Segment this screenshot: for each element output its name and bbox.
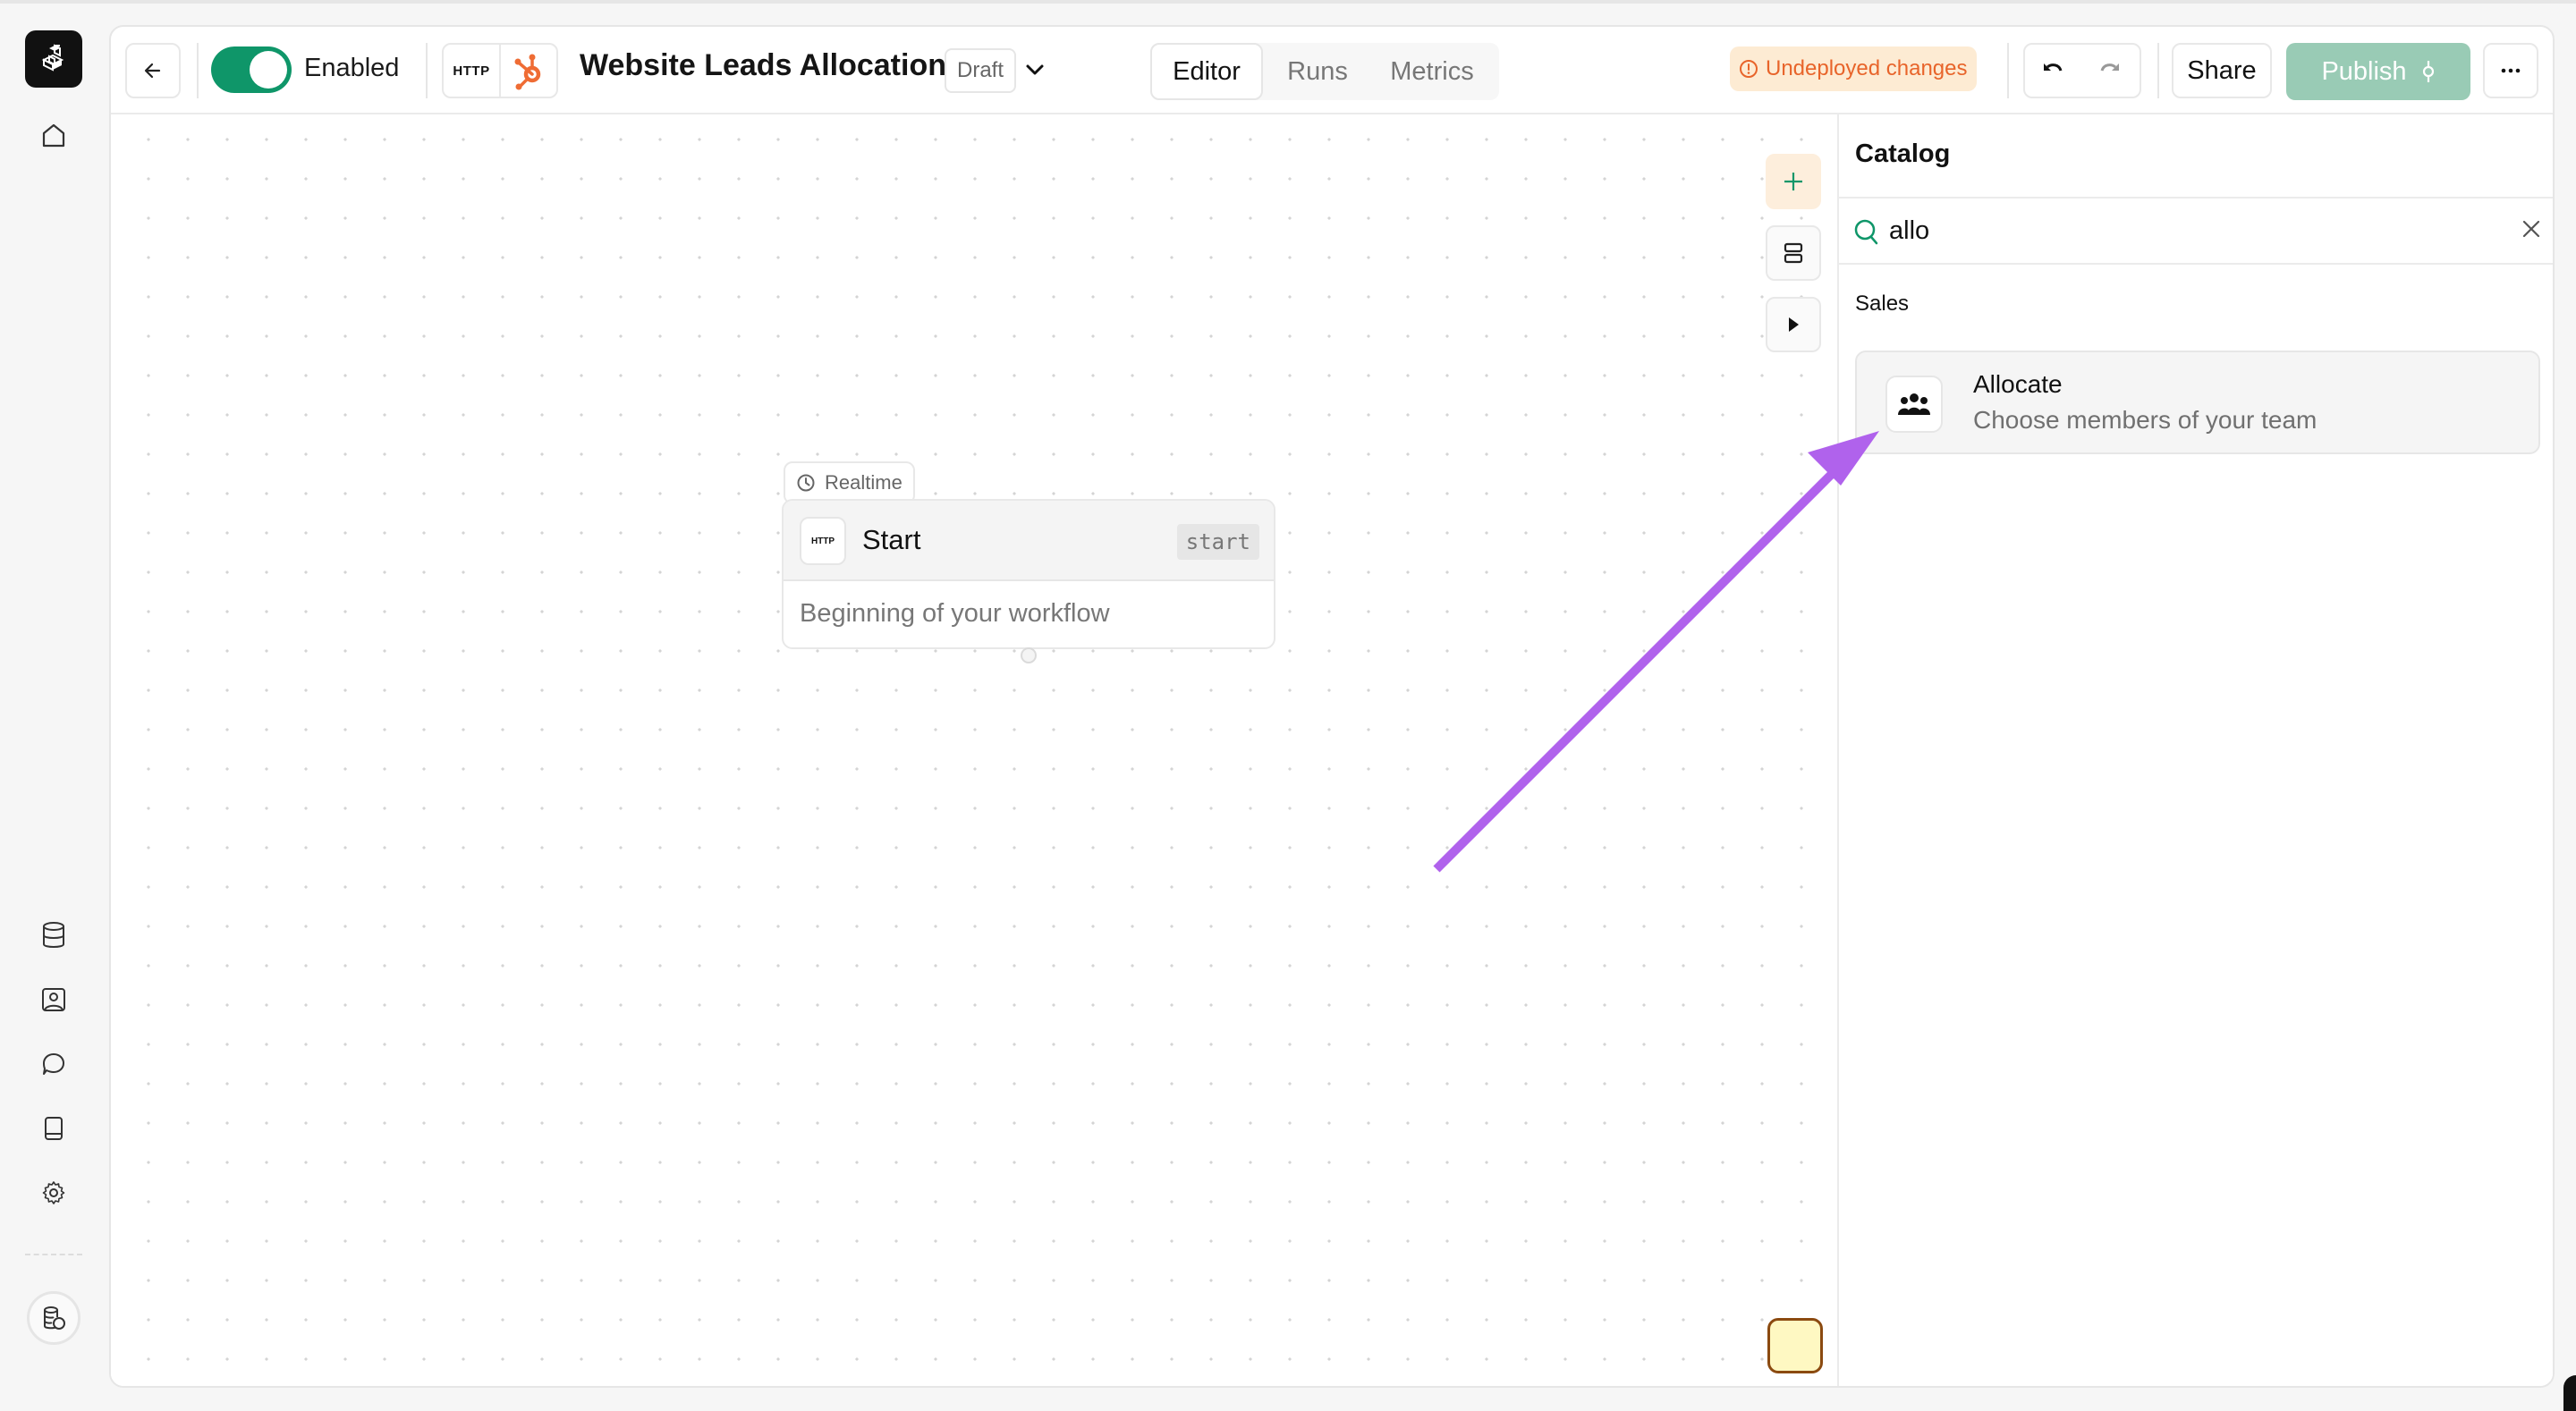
more-icon — [2501, 68, 2521, 73]
catalog-item-icon — [1885, 376, 1943, 433]
search-icon — [1854, 219, 1878, 245]
tab-editor[interactable]: Editor — [1150, 43, 1263, 100]
close-icon — [2522, 220, 2540, 238]
app-logo-icon — [41, 44, 64, 72]
undeployed-label: Undeployed changes — [1766, 56, 1968, 80]
left-rail — [0, 4, 107, 1411]
undo-icon — [2044, 63, 2063, 72]
commit-icon — [2422, 61, 2434, 82]
node-code-tag: start — [1176, 524, 1259, 560]
workflow-canvas[interactable]: Realtime HTTP Start start Beginning of y… — [111, 114, 1837, 1386]
info-icon — [1740, 60, 1758, 78]
undo-button[interactable] — [2041, 59, 2064, 87]
clear-search-button[interactable] — [2521, 218, 2542, 244]
catalog-item-title: Allocate — [1973, 370, 2063, 398]
layout-button[interactable] — [1766, 225, 1821, 281]
node-header: HTTP Start start — [784, 501, 1274, 581]
start-node[interactable]: HTTP Start start Beginning of your workf… — [782, 499, 1275, 649]
rail-contacts[interactable] — [36, 982, 72, 1018]
redo-icon — [2100, 63, 2119, 72]
trigger-integrations[interactable]: HTTP — [442, 43, 558, 98]
editor-header: Enabled HTTP Website Leads Allocation Dr… — [111, 27, 2553, 114]
header-divider — [2157, 43, 2159, 98]
book-icon — [45, 1117, 63, 1140]
clock-icon — [797, 474, 815, 492]
trigger-badge[interactable]: Realtime — [784, 461, 915, 504]
node-description: Beginning of your workflow — [800, 599, 1110, 628]
rail-divider — [25, 1254, 82, 1255]
catalog-search — [1839, 197, 2553, 265]
sticky-note-button[interactable] — [1767, 1318, 1823, 1373]
hubspot-integration — [499, 45, 556, 97]
workspace-button[interactable] — [27, 1291, 80, 1345]
back-button[interactable] — [125, 43, 181, 98]
workflow-title[interactable]: Website Leads Allocation — [580, 48, 946, 83]
home-icon — [42, 123, 65, 148]
rail-data[interactable] — [36, 917, 72, 953]
rail-docs[interactable] — [36, 1111, 72, 1146]
undeployed-changes-badge[interactable]: Undeployed changes — [1730, 46, 1977, 91]
play-icon — [1789, 317, 1799, 332]
chat-icon — [43, 1053, 64, 1075]
share-button[interactable]: Share — [2172, 43, 2272, 98]
chevron-down-icon — [1026, 64, 1044, 75]
http-icon: HTTP — [453, 63, 490, 79]
publish-label: Publish — [2321, 56, 2407, 86]
publish-button[interactable]: Publish — [2286, 43, 2470, 100]
arrow-left-icon — [144, 63, 161, 79]
http-integration: HTTP — [444, 45, 499, 97]
toggle-knob — [250, 51, 287, 89]
catalog-item-allocate[interactable]: Allocate Choose members of your team — [1855, 351, 2540, 454]
node-title: Start — [862, 524, 921, 555]
team-icon — [1898, 393, 1930, 415]
workspace-icon — [44, 1306, 65, 1330]
view-tabs: Editor Runs Metrics — [1150, 43, 1499, 100]
contact-icon — [42, 988, 65, 1011]
run-button[interactable] — [1766, 297, 1821, 352]
hubspot-icon — [514, 54, 541, 90]
plus-icon — [1784, 173, 1802, 190]
window-corner — [2563, 1375, 2576, 1411]
catalog-search-input[interactable] — [1889, 211, 2462, 250]
version-dropdown[interactable] — [1020, 54, 1050, 86]
history-buttons — [2023, 43, 2141, 98]
catalog-title: Catalog — [1855, 139, 1951, 168]
http-icon: HTTP — [800, 517, 846, 565]
enabled-label: Enabled — [304, 54, 400, 82]
catalog-item-description: Choose members of your team — [1973, 406, 2318, 434]
add-node-button[interactable] — [1766, 154, 1821, 209]
header-divider — [2007, 43, 2009, 98]
trigger-label: Realtime — [825, 471, 902, 494]
gear-icon — [42, 1181, 65, 1204]
status-badge: Draft — [945, 48, 1017, 93]
node-output-handle[interactable] — [1021, 647, 1037, 663]
header-divider — [197, 43, 199, 98]
redo-button[interactable] — [2098, 59, 2122, 87]
rail-home[interactable] — [36, 118, 72, 154]
tab-metrics[interactable]: Metrics — [1374, 43, 1490, 100]
window-top-strip — [0, 0, 2576, 4]
header-divider — [426, 43, 428, 98]
catalog-panel: Catalog Sales Allocate Choose members of… — [1837, 114, 2553, 1386]
more-options-button[interactable] — [2483, 43, 2538, 98]
rail-messages[interactable] — [36, 1046, 72, 1082]
app-logo[interactable] — [25, 30, 82, 88]
workflow-editor: Enabled HTTP Website Leads Allocation Dr… — [109, 25, 2555, 1388]
layout-icon — [1784, 242, 1803, 264]
database-icon — [43, 922, 64, 948]
tab-runs[interactable]: Runs — [1268, 43, 1367, 100]
enabled-toggle[interactable] — [211, 46, 292, 93]
rail-settings[interactable] — [36, 1175, 72, 1211]
catalog-section-label: Sales — [1855, 291, 1910, 316]
